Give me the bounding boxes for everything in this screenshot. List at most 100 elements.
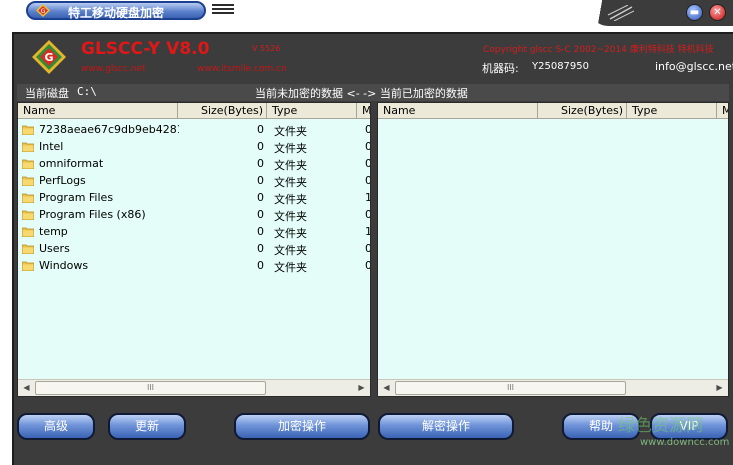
horizontal-scrollbar[interactable]: ◀ III ▶ [378,379,728,396]
file-modified: 0 [365,123,370,136]
table-row[interactable]: Program Files (x86) 0 文件夹 0 [18,206,370,223]
horizontal-scrollbar[interactable]: ◀ III ▶ [18,379,370,396]
watermark-url: www.downcc.com [640,437,730,448]
file-name: Windows [39,259,89,272]
menu-icon[interactable] [212,4,234,18]
column-header: Name Size(Bytes) Type M [18,103,370,119]
file-modified: 1 [365,225,370,238]
folder-icon [22,142,34,152]
file-size: 0 [257,259,264,272]
app-name: GLSCC-Y V8.0 [81,39,210,59]
title-pill[interactable]: G 特工移动硬盘加密 [26,1,206,20]
column-type[interactable]: Type [267,103,357,119]
file-size: 0 [257,191,264,204]
file-name: temp [39,225,68,238]
folder-icon [22,125,34,135]
folder-icon [22,176,34,186]
file-modified: 0 [365,140,370,153]
column-modified[interactable]: M [357,103,370,119]
table-row[interactable]: Program Files 0 文件夹 1 [18,189,370,206]
scroll-thumb[interactable]: III [395,381,626,395]
file-type: 文件夹 [274,244,307,257]
scroll-left-icon[interactable]: ◀ [19,381,34,395]
column-type[interactable]: Type [627,103,717,119]
update-button[interactable]: 更新 [108,413,186,440]
website-link-1[interactable]: www.glscc.net [81,64,146,74]
file-modified: 0 [365,208,370,221]
file-name: Users [39,242,70,255]
file-size: 0 [257,123,264,136]
decoration-lines-icon [607,5,634,21]
scroll-right-icon[interactable]: ▶ [712,381,727,395]
title-bar: G 特工移动硬盘加密 ▬ ✕ [0,0,733,26]
file-type: 文件夹 [274,227,307,240]
scroll-right-icon[interactable]: ▶ [354,381,369,395]
file-type: 文件夹 [274,142,307,155]
file-size: 0 [257,225,264,238]
table-row[interactable]: Users 0 文件夹 0 [18,240,370,257]
column-modified[interactable]: M [717,103,728,119]
column-name[interactable]: Name [18,103,178,119]
svg-text:G: G [41,8,46,15]
file-type: 文件夹 [274,261,307,274]
website-link-2[interactable]: www.itsmile.com.cn [197,64,287,74]
file-name: PerfLogs [39,174,86,187]
file-type: 文件夹 [274,125,307,138]
file-name: omniformat [39,157,104,170]
file-modified: 0 [365,157,370,170]
app-header: G GLSCC-Y V8.0 V 5526 www.glscc.net www.… [15,36,733,82]
folder-icon [22,210,34,220]
machine-code-label: 机器码: [482,62,519,75]
copyright-text: Copyright glscc S-C 2002~2014 康利特科技 特机科技 [483,45,714,55]
watermark-text: 绿色资源网 [618,416,703,436]
data-direction-label: 当前未加密的数据 <- -> 当前已加密的数据 [255,87,468,100]
folder-icon [22,227,34,237]
scroll-thumb[interactable]: III [35,381,266,395]
file-size: 0 [257,157,264,170]
file-type: 文件夹 [274,159,307,172]
column-size[interactable]: Size(Bytes) [178,103,267,119]
column-name[interactable]: Name [378,103,538,119]
table-row[interactable]: temp 0 文件夹 1 [18,223,370,240]
scroll-left-icon[interactable]: ◀ [379,381,394,395]
file-modified: 0 [365,174,370,187]
file-type: 文件夹 [274,210,307,223]
table-row[interactable]: PerfLogs 0 文件夹 0 [18,172,370,189]
table-row[interactable]: 7238aeae67c9db9eb4281c 0 文件夹 0 [18,121,370,138]
folder-icon [22,244,34,254]
file-modified: 0 [365,242,370,255]
path-bar: 当前磁盘 C:\ 当前未加密的数据 <- -> 当前已加密的数据 [17,84,729,101]
table-row[interactable]: Intel 0 文件夹 0 [18,138,370,155]
advanced-button[interactable]: 高级 [17,413,95,440]
encrypt-button[interactable]: 加密操作 [234,413,370,440]
encrypted-file-list[interactable]: Name Size(Bytes) Type M ◀ III ▶ [377,102,729,397]
window-title: 特工移动硬盘加密 [68,6,165,20]
machine-code-value: Y25087950 [532,61,590,72]
column-size[interactable]: Size(Bytes) [538,103,627,119]
email-link[interactable]: info@glscc.net [655,60,733,73]
file-name: 7238aeae67c9db9eb4281c [39,123,179,136]
file-size: 0 [257,140,264,153]
version-small: V 5526 [252,44,281,53]
file-size: 0 [257,174,264,187]
folder-icon [22,193,34,203]
column-header: Name Size(Bytes) Type M [378,103,728,119]
file-modified: 0 [365,259,370,272]
app-logo-icon: G [32,40,66,74]
file-type: 文件夹 [274,193,307,206]
app-logo-icon: G [36,4,50,17]
unencrypted-file-list[interactable]: Name Size(Bytes) Type M 7238aeae67c9db9e… [17,102,371,397]
close-button[interactable]: ✕ [709,4,726,21]
folder-icon [22,159,34,169]
file-type: 文件夹 [274,176,307,189]
decrypt-button[interactable]: 解密操作 [378,413,514,440]
minimize-button[interactable]: ▬ [686,4,703,21]
svg-text:G: G [44,51,53,64]
file-size: 0 [257,242,264,255]
current-disk-label: 当前磁盘 [25,87,69,100]
folder-icon [22,261,34,271]
file-name: Program Files (x86) [39,208,146,221]
table-row[interactable]: Windows 0 文件夹 0 [18,257,370,274]
file-name: Intel [39,140,64,153]
table-row[interactable]: omniformat 0 文件夹 0 [18,155,370,172]
